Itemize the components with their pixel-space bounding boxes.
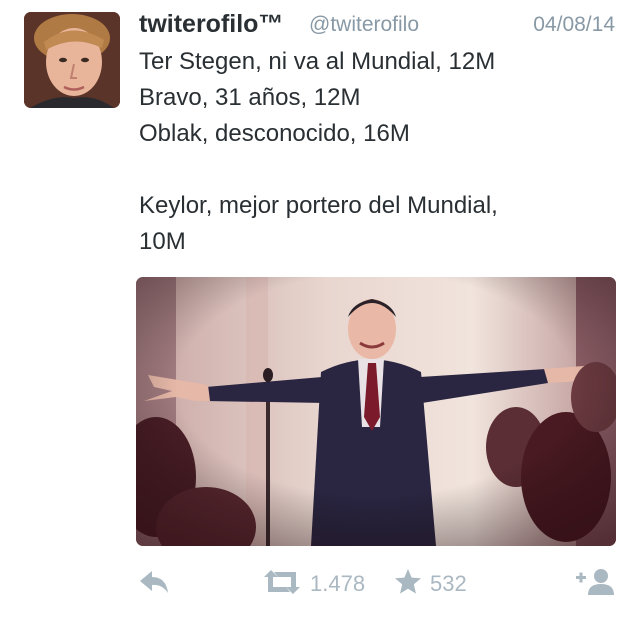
retweet-count: 1.478 [310,571,366,596]
retweet-icon [262,569,302,600]
tweet-text: Ter Stegen, ni va al Mundial, 12M Bravo,… [139,44,609,260]
tweet-line: Keylor, mejor portero del Mundial, [139,192,498,219]
tweet-photo[interactable] [136,277,616,546]
tweet-line: 10M [139,228,186,255]
tweet-line: Bravo, 31 años, 12M [139,84,361,111]
tweet-actions: 1.478 532 [0,560,640,610]
tweet-line: Oblak, desconocido, 16M [139,120,410,147]
follow-user-icon [574,567,616,602]
tweet-date[interactable]: 04/08/14 [533,13,615,37]
retweet-button[interactable]: 1.478 [262,560,365,608]
follow-button[interactable] [574,560,616,608]
favorite-count: 532 [430,571,467,596]
profile-photo [24,12,120,108]
user-handle[interactable]: @twiterofilo [309,13,419,37]
tweet-header: twiterofilo™ @twiterofilo 04/08/14 [139,10,619,44]
avatar[interactable] [24,12,120,108]
photo-image [136,277,616,546]
reply-button[interactable] [136,560,170,608]
star-icon [394,568,422,600]
tweet-line: Ter Stegen, ni va al Mundial, 12M [139,48,496,75]
display-name[interactable]: twiterofilo™ [139,10,283,39]
favorite-button[interactable]: 532 [394,560,467,608]
reply-icon [136,569,170,600]
